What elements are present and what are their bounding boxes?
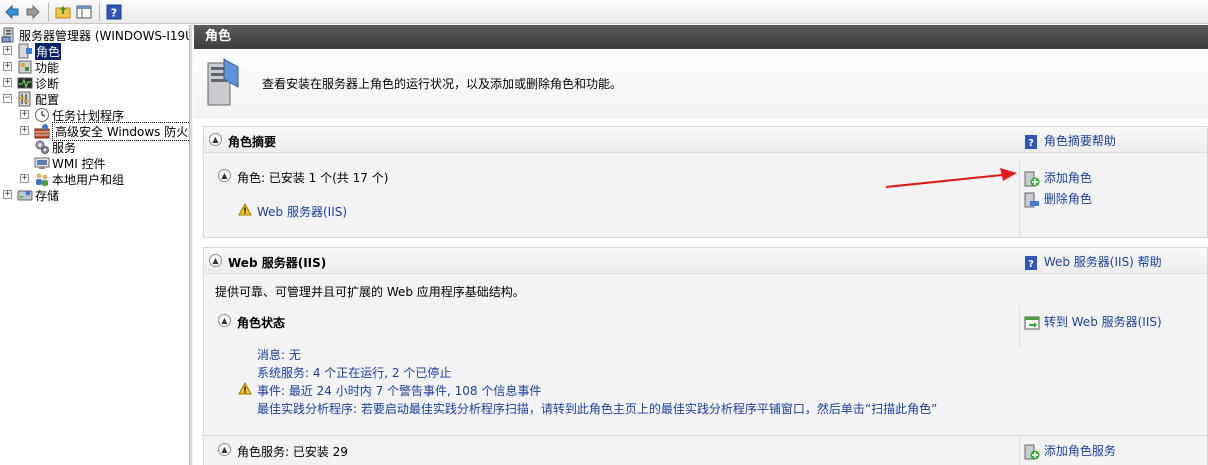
- warning-icon: [238, 381, 252, 398]
- firewall-icon: [34, 123, 50, 139]
- intro-text: 查看安装在服务器上角色的运行状况，以及添加或删除角色和功能。: [262, 77, 623, 91]
- tree-item-label: 本地用户和组: [52, 172, 125, 187]
- tree-item-label: 存储: [35, 188, 60, 203]
- remove-role-link[interactable]: 删除角色: [1024, 190, 1092, 208]
- expand-toggle[interactable]: +: [3, 78, 12, 87]
- web-server-section: ▲ Web 服务器(IIS) ? Web 服务器(IIS) 帮助 提供可靠、可管…: [203, 247, 1208, 465]
- tree-item-label: 配置: [35, 92, 60, 107]
- wmi-icon: [34, 155, 50, 171]
- tree-item-storage[interactable]: 存储: [17, 187, 59, 203]
- messages-status: 消息: 无: [257, 348, 301, 362]
- toolbar-separator: [99, 2, 100, 21]
- remove-role-icon: [1024, 192, 1040, 208]
- show-hide-console-tree-icon[interactable]: [74, 2, 94, 22]
- svg-text:?: ?: [1028, 259, 1034, 270]
- section-title: Web 服务器(IIS): [228, 256, 327, 270]
- expand-toggle[interactable]: +: [3, 62, 12, 71]
- main-pane: 角色 查看安装在服务器上角色的运行状况，以及添加或删除角色和功能。 ▲ 角色摘要…: [194, 25, 1208, 465]
- system-services-status[interactable]: 系统服务: 4 个正在运行, 2 个已停止: [257, 364, 451, 381]
- storage-icon: [17, 187, 33, 203]
- roles-large-icon: [206, 57, 240, 110]
- toolbar: ?: [0, 0, 1208, 24]
- help-icon: ?: [1024, 134, 1040, 150]
- events-status[interactable]: 事件: 最近 24 小时内 7 个警告事件, 108 个信息事件: [257, 382, 541, 399]
- warning-icon: [238, 202, 252, 219]
- tree-item-label: 角色: [35, 42, 62, 60]
- add-role-services-icon: [1024, 444, 1040, 460]
- roles-icon: [17, 43, 33, 59]
- services-gear-icon: [34, 139, 50, 155]
- help-icon: ?: [1024, 255, 1040, 271]
- collapse-button[interactable]: ▲: [218, 314, 231, 327]
- tree-item-label: 服务器管理器 (WINDOWS-I19U3P: [19, 28, 189, 43]
- goto-icon: [1024, 315, 1040, 331]
- svg-text:?: ?: [111, 6, 117, 19]
- svg-text:?: ?: [1028, 138, 1034, 149]
- role-status-title: 角色状态: [237, 316, 286, 330]
- console-tree: 服务器管理器 (WINDOWS-I19U3P + 角色 + 功能 + 诊断 − …: [0, 25, 189, 465]
- tree-item-configuration[interactable]: 配置: [17, 91, 59, 107]
- pane-splitter[interactable]: [189, 25, 193, 465]
- web-server-help-link[interactable]: ? Web 服务器(IIS) 帮助: [1024, 253, 1162, 271]
- role-summary-help-link[interactable]: ? 角色摘要帮助: [1024, 132, 1116, 150]
- tree-item-diagnostics[interactable]: 诊断: [17, 75, 59, 91]
- clock-icon: [34, 107, 50, 123]
- expand-toggle[interactable]: +: [20, 174, 29, 183]
- bpa-status: 最佳实践分析程序: 若要启动最佳实践分析程序扫描，请转到此角色主页上的最佳实践分…: [257, 402, 938, 416]
- intro-banner: 查看安装在服务器上角色的运行状况，以及添加或删除角色和功能。: [194, 49, 1208, 119]
- expand-toggle[interactable]: +: [3, 190, 12, 199]
- role-summary-section: ▲ 角色摘要 ? 角色摘要帮助 ▲ 角色: 已安装 1 个(共 17 个) We…: [203, 126, 1208, 238]
- diagnostics-icon: [17, 75, 33, 91]
- role-services-count: 角色服务: 已安装 29: [237, 445, 348, 459]
- add-role-icon: [1024, 171, 1040, 187]
- collapse-button[interactable]: ▲: [218, 169, 231, 182]
- users-icon: [34, 171, 50, 187]
- web-server-role-link[interactable]: Web 服务器(IIS): [257, 203, 347, 220]
- tree-item-label: 服务: [52, 140, 77, 155]
- tree-item-label: 功能: [35, 60, 60, 75]
- tree-item-features[interactable]: 功能: [17, 59, 59, 75]
- toolbar-separator: [48, 2, 49, 21]
- goto-web-server-link[interactable]: 转到 Web 服务器(IIS): [1024, 313, 1162, 331]
- divider: [1019, 306, 1020, 348]
- tree-item-label: 诊断: [35, 76, 60, 91]
- tree-item-wmi[interactable]: WMI 控件: [34, 155, 106, 171]
- section-title: 角色摘要: [228, 135, 277, 149]
- annotation-arrow: [885, 168, 1017, 188]
- configuration-icon: [17, 91, 33, 107]
- collapse-button[interactable]: ▲: [209, 133, 222, 146]
- collapse-button[interactable]: ▲: [209, 254, 222, 267]
- role-description: 提供可靠、可管理并且可扩展的 Web 应用程序基础结构。: [215, 285, 525, 299]
- add-role-link[interactable]: 添加角色: [1024, 169, 1092, 187]
- expand-toggle[interactable]: +: [3, 46, 12, 55]
- up-folder-icon[interactable]: [53, 2, 73, 22]
- page-title: 角色: [194, 25, 1208, 49]
- collapse-toggle[interactable]: −: [3, 94, 12, 103]
- role-services-section: ▲ 角色服务: 已安装 29 添加角色服务: [203, 435, 1208, 465]
- tree-item-firewall[interactable]: 高级安全 Windows 防火墙: [34, 121, 189, 141]
- forward-arrow-icon[interactable]: [23, 2, 43, 22]
- tree-item-services[interactable]: 服务: [34, 139, 76, 155]
- collapse-button[interactable]: ▲: [218, 443, 231, 456]
- roles-line-text: 角色: 已安装 1 个(共 17 个): [237, 171, 389, 185]
- tree-item-roles[interactable]: 角色: [17, 42, 62, 60]
- help-icon[interactable]: ?: [104, 2, 124, 22]
- divider: [1019, 436, 1020, 465]
- expand-toggle[interactable]: +: [20, 110, 29, 119]
- add-role-services-link[interactable]: 添加角色服务: [1024, 442, 1116, 460]
- tree-item-local-users[interactable]: 本地用户和组: [34, 171, 124, 187]
- features-icon: [17, 59, 33, 75]
- tree-item-server-manager[interactable]: 服务器管理器 (WINDOWS-I19U3P: [1, 27, 189, 43]
- back-arrow-icon[interactable]: [2, 2, 22, 22]
- expand-toggle[interactable]: +: [20, 126, 29, 135]
- tree-item-label: WMI 控件: [52, 156, 106, 171]
- server-icon: [1, 27, 17, 43]
